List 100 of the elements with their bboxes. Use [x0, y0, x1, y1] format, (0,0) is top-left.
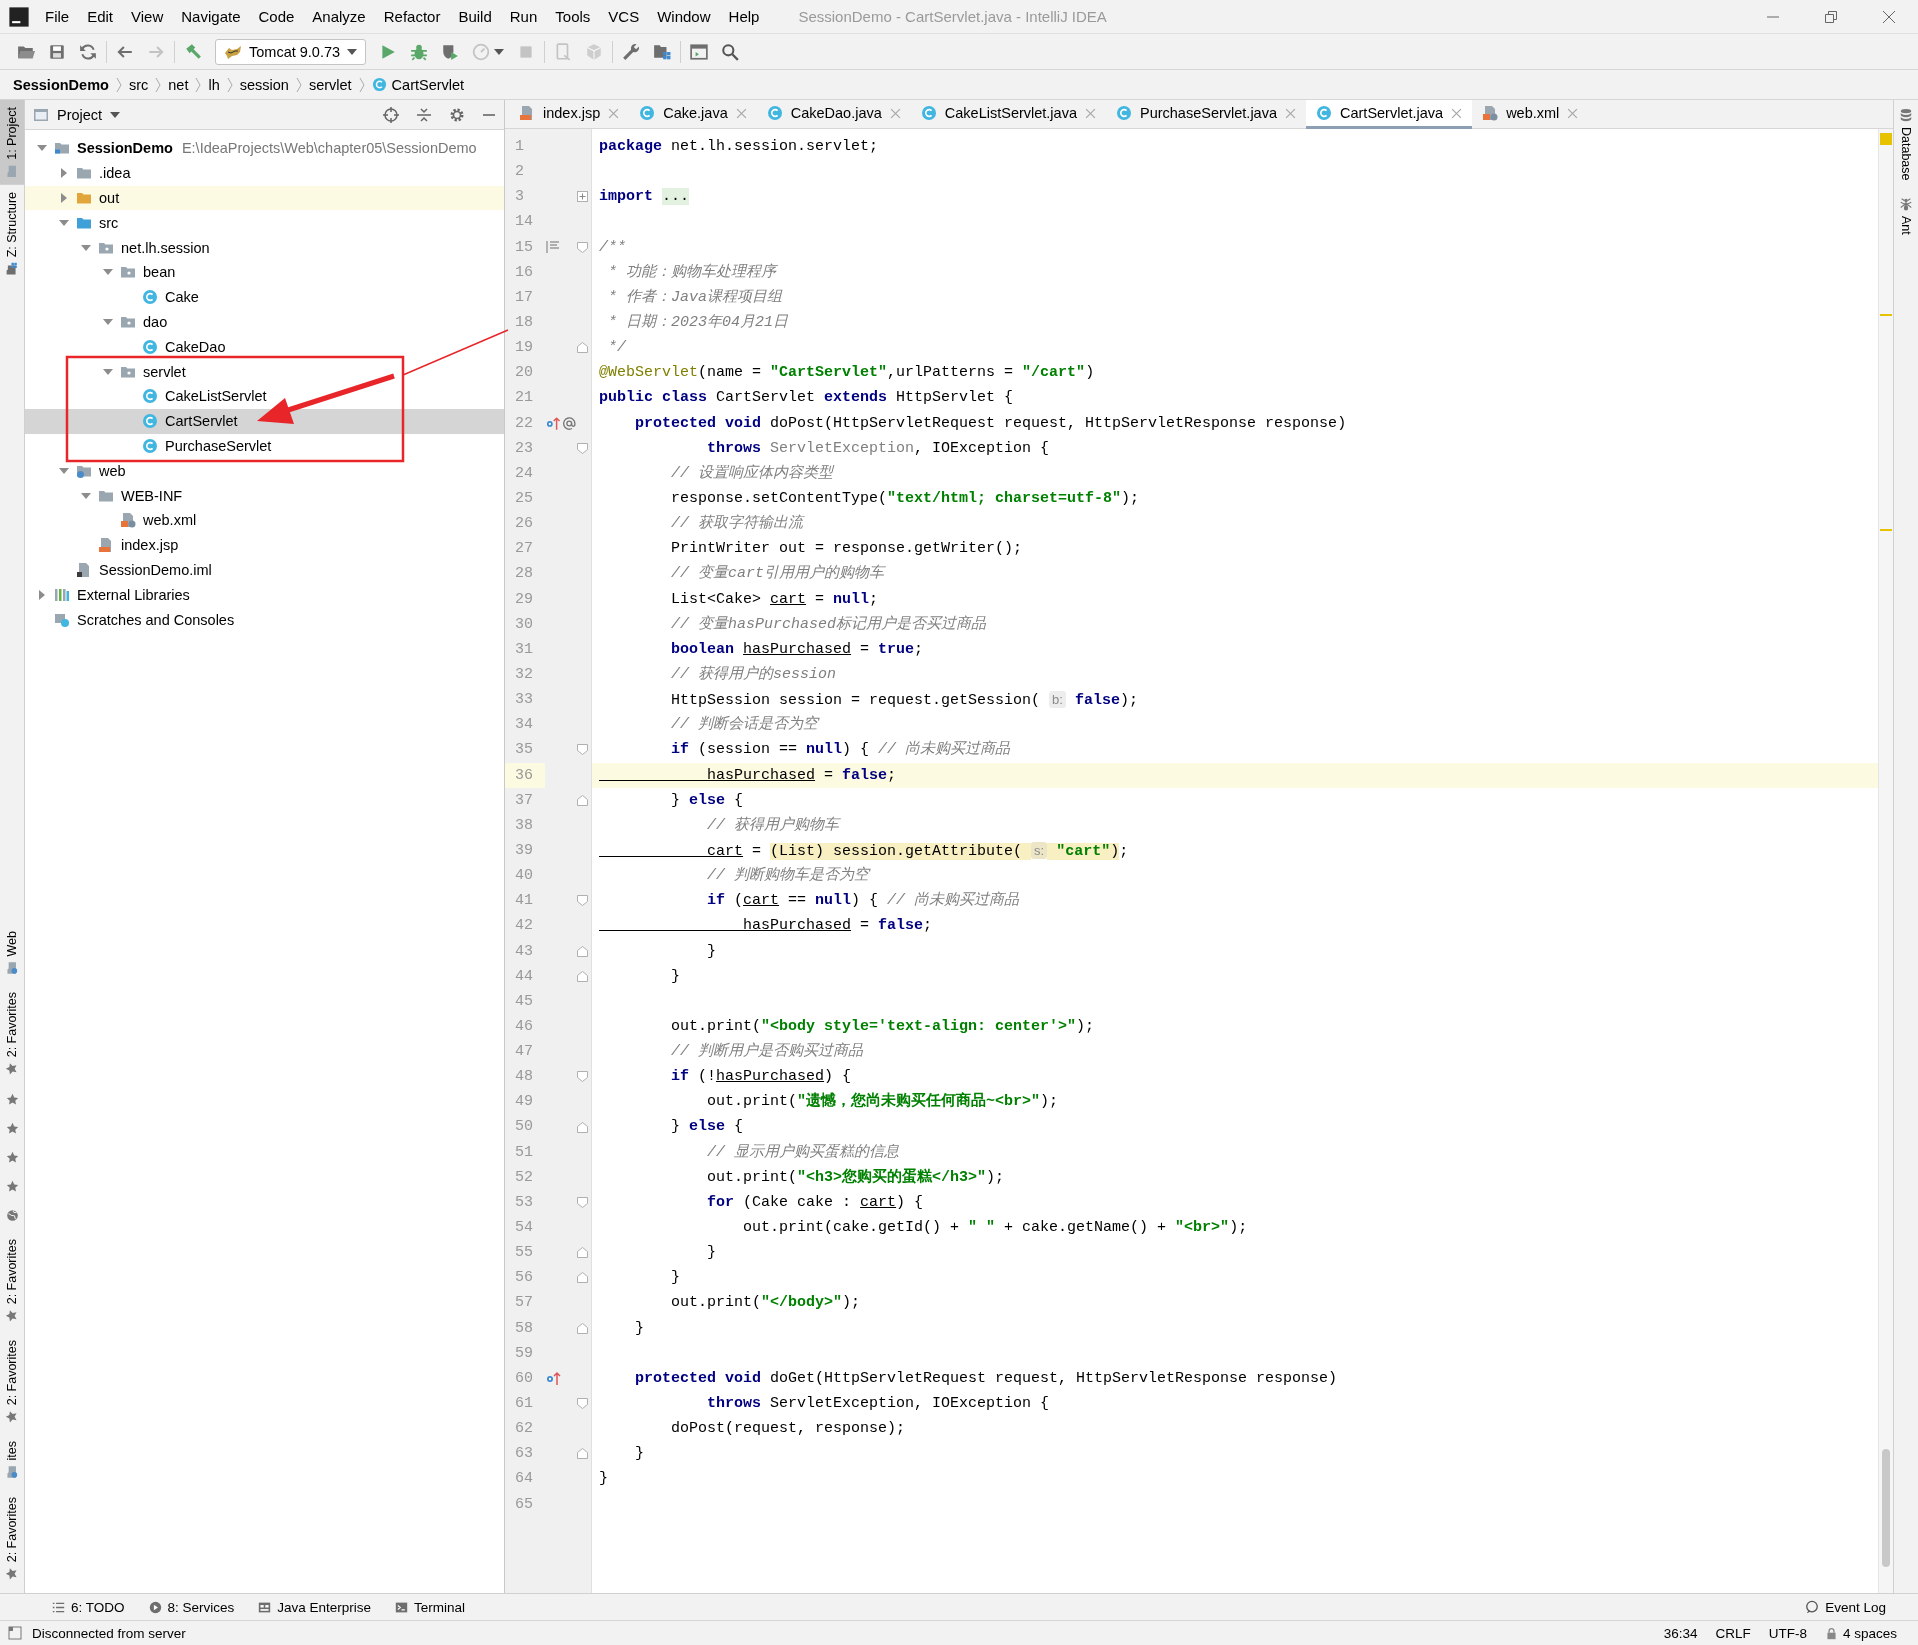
fold-icon[interactable]: [577, 1247, 588, 1259]
hammer-icon[interactable]: [184, 42, 202, 61]
warning-marker[interactable]: [1880, 133, 1892, 145]
breadcrumb[interactable]: src: [128, 76, 149, 93]
close-icon[interactable]: [1451, 107, 1463, 119]
fold-icon[interactable]: [577, 1196, 588, 1208]
caret-down-icon[interactable]: [81, 490, 91, 501]
tree-item[interactable]: WEB-INF: [25, 483, 504, 508]
caret-right-icon[interactable]: [59, 193, 69, 203]
caret-down-icon[interactable]: [59, 465, 69, 476]
fold-icon[interactable]: [577, 1322, 588, 1334]
tool-window-button[interactable]: Web: [0, 923, 24, 982]
target-icon[interactable]: [383, 106, 399, 123]
breadcrumb[interactable]: session: [239, 76, 289, 93]
menu-item[interactable]: Tools: [546, 0, 600, 34]
editor-tab[interactable]: Cake.java: [629, 100, 757, 129]
caret-right-icon[interactable]: [59, 168, 69, 179]
menu-item[interactable]: Build: [449, 0, 501, 34]
tool-window-button[interactable]: 2: Favorites: [0, 1231, 24, 1329]
star-icon[interactable]: [5, 1092, 19, 1106]
tool-window-button[interactable]: Database: [1894, 100, 1918, 189]
tree-item[interactable]: CartServlet: [25, 408, 504, 434]
tree-item[interactable]: index.jsp: [25, 532, 504, 558]
tool-window-tab[interactable]: Terminal: [383, 1599, 478, 1615]
override-icon[interactable]: [545, 415, 561, 432]
breadcrumb[interactable]: net: [168, 76, 189, 93]
status-item[interactable]: CRLF: [1706, 1625, 1760, 1641]
shield-icon[interactable]: [441, 42, 460, 61]
breadcrumb[interactable]: lh: [208, 76, 220, 93]
tool-window-tab[interactable]: Event Log: [1793, 1599, 1898, 1615]
tree-item[interactable]: PurchaseServlet: [25, 433, 504, 459]
tree-item[interactable]: Scratches and Consoles: [25, 607, 504, 632]
at-sign-icon[interactable]: [562, 415, 577, 431]
menu-item[interactable]: File: [36, 0, 79, 34]
fold-icon[interactable]: [577, 895, 588, 907]
editor-tab[interactable]: CartServlet.java: [1306, 100, 1473, 129]
window-icon[interactable]: [690, 42, 709, 61]
override-icon[interactable]: [545, 1370, 561, 1387]
tree-item[interactable]: CakeDao: [25, 334, 504, 360]
menu-item[interactable]: Edit: [78, 0, 123, 34]
fold-icon[interactable]: [577, 744, 588, 756]
menu-item[interactable]: View: [122, 0, 173, 34]
menu-item[interactable]: Code: [249, 0, 304, 34]
editor-tab[interactable]: CakeDao.java: [756, 100, 911, 129]
tool-window-button[interactable]: 2: Favorites: [0, 1489, 24, 1587]
globe-icon[interactable]: [5, 1208, 19, 1222]
wrench-icon[interactable]: [622, 42, 641, 61]
tree-item[interactable]: SessionDemo E:\IdeaProjects\Web\chapter05\SessionDemo: [25, 136, 504, 161]
tree-item[interactable]: web: [25, 458, 504, 484]
bug-icon[interactable]: [410, 42, 429, 61]
caret-right-icon[interactable]: [37, 589, 47, 600]
star-icon[interactable]: [5, 1121, 19, 1135]
menu-item[interactable]: Navigate: [172, 0, 250, 34]
tool-window-button[interactable]: 2: Favorites: [0, 1332, 24, 1431]
floppy-icon[interactable]: [48, 42, 66, 61]
tool-window-button[interactable]: ites: [0, 1434, 24, 1486]
menu-item[interactable]: Window: [648, 0, 720, 34]
tool-window-button[interactable]: 1: Project: [0, 100, 24, 185]
status-item[interactable]: UTF-8: [1759, 1625, 1816, 1641]
editor-tab[interactable]: web.xml: [1472, 100, 1589, 129]
tree-item[interactable]: out: [25, 185, 504, 211]
star-icon[interactable]: [5, 1150, 19, 1164]
doc-icon[interactable]: [545, 239, 561, 256]
tool-window-button[interactable]: Z: Structure: [0, 184, 24, 283]
tree-item[interactable]: CakeListServlet: [25, 383, 504, 409]
caret-down-icon[interactable]: [59, 217, 69, 228]
tree-item[interactable]: External Libraries: [25, 582, 504, 608]
error-stripe[interactable]: [1878, 129, 1893, 1593]
tree-item[interactable]: Cake: [25, 284, 504, 310]
restore-icon[interactable]: [1824, 9, 1838, 24]
expand-icon[interactable]: [577, 191, 588, 203]
tree-item[interactable]: bean: [25, 260, 504, 285]
tree-item[interactable]: net.lh.session: [25, 235, 504, 260]
tool-window-tab[interactable]: Java Enterprise: [246, 1599, 384, 1615]
tree-item[interactable]: servlet: [25, 359, 504, 384]
caret-down-icon[interactable]: [81, 242, 91, 253]
fold-icon[interactable]: [577, 945, 588, 957]
folder-icon[interactable]: [653, 42, 672, 61]
tool-window-tab[interactable]: 8: Services: [136, 1599, 247, 1615]
settings-icon[interactable]: [449, 106, 465, 123]
fold-icon[interactable]: [577, 794, 588, 806]
fold-icon[interactable]: [577, 1398, 588, 1410]
breadcrumb[interactable]: SessionDemo: [13, 76, 109, 93]
fold-icon[interactable]: [577, 1448, 588, 1460]
fold-icon[interactable]: [577, 442, 588, 454]
fold-icon[interactable]: [577, 1121, 588, 1133]
menu-item[interactable]: Run: [500, 0, 547, 34]
caret-down-icon[interactable]: [103, 316, 113, 327]
scrollbar-thumb[interactable]: [1882, 1449, 1890, 1567]
warning-marker[interactable]: [1880, 529, 1892, 531]
fold-icon[interactable]: [577, 241, 588, 253]
close-icon[interactable]: [1882, 9, 1896, 24]
warning-marker[interactable]: [1880, 314, 1892, 316]
tool-window-button[interactable]: 2: Favorites: [0, 985, 24, 1083]
menu-item[interactable]: Analyze: [303, 0, 375, 34]
panel-title-dropdown[interactable]: Project: [57, 106, 121, 123]
tree-item[interactable]: web.xml: [25, 507, 504, 533]
fold-icon[interactable]: [577, 1272, 588, 1284]
collapse-icon[interactable]: [416, 106, 432, 123]
refresh-icon[interactable]: [79, 42, 97, 61]
